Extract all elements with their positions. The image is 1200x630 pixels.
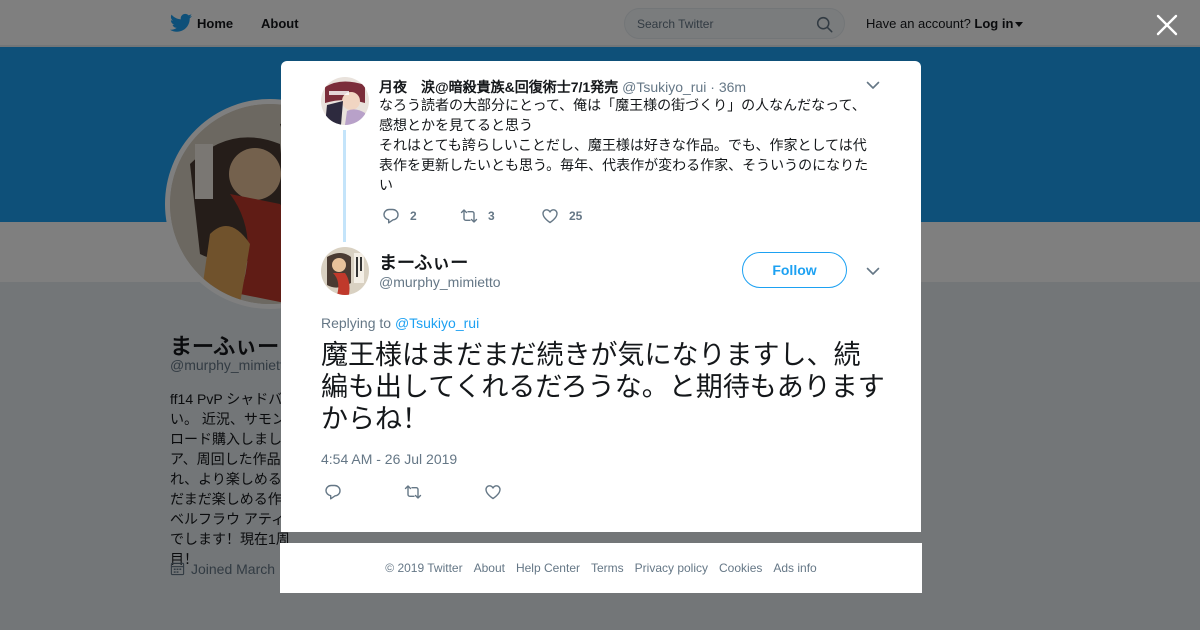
replying-to-link[interactable]: @Tsukiyo_rui xyxy=(395,315,479,331)
parent-tweet-text: なろう読者の大部分にとって、俺は「魔王様の街づくり」の人なんだなって、 感想とか… xyxy=(379,97,869,193)
parent-avatar-image xyxy=(321,77,369,125)
parent-tweet-avatar[interactable] xyxy=(321,77,369,125)
like-icon xyxy=(485,485,501,500)
main-tweet-text: 魔王様はまだまだ続きが気になりますし、続編も出してくれるだろうな。と期待もありま… xyxy=(321,340,885,434)
parent-author-handle[interactable]: @Tsukiyo_rui xyxy=(622,79,706,95)
main-tweet-timestamp[interactable]: 4:54 AM - 26 Jul 2019 xyxy=(321,451,457,467)
reply-icon xyxy=(383,208,399,224)
like-button[interactable]: 25 xyxy=(541,207,582,225)
replying-to: Replying to @Tsukiyo_rui xyxy=(321,315,479,331)
retweet-button[interactable] xyxy=(404,483,484,501)
footer-link-cookies[interactable]: Cookies xyxy=(719,561,762,575)
reply-count: 2 xyxy=(410,209,417,223)
parent-tweet-actions: 2 3 25 xyxy=(382,207,582,225)
parent-tweet-header: 月夜 涙@暗殺貴族&回復術士7/1発売 @Tsukiyo_rui · 36m xyxy=(379,77,746,97)
chevron-down-icon[interactable] xyxy=(866,81,880,90)
reply-icon xyxy=(325,484,341,500)
footer-link-help-center[interactable]: Help Center xyxy=(516,561,580,575)
retweet-count: 3 xyxy=(488,209,495,223)
parent-tweet-time[interactable]: · 36m xyxy=(710,79,746,95)
footer-link-ads-info[interactable]: Ads info xyxy=(773,561,816,575)
modal-footer: © 2019 Twitter About Help Center Terms P… xyxy=(280,543,922,593)
replying-label: Replying to xyxy=(321,315,392,331)
retweet-icon xyxy=(460,209,478,223)
tweet-modal: 月夜 涙@暗殺貴族&回復術士7/1発売 @Tsukiyo_rui · 36m な… xyxy=(281,61,921,532)
retweet-button[interactable]: 3 xyxy=(460,207,541,225)
reply-button[interactable]: 2 xyxy=(382,207,460,225)
main-author-name[interactable]: まーふぃー xyxy=(379,249,468,275)
main-tweet-actions xyxy=(324,483,502,501)
follow-button[interactable]: Follow xyxy=(742,252,847,288)
retweet-icon xyxy=(404,485,422,499)
footer-link-terms[interactable]: Terms xyxy=(591,561,624,575)
main-avatar-image xyxy=(321,247,369,295)
footer-link-privacy[interactable]: Privacy policy xyxy=(635,561,708,575)
thread-line xyxy=(343,130,346,242)
like-icon xyxy=(542,209,558,224)
reply-button[interactable] xyxy=(324,483,404,501)
close-icon[interactable] xyxy=(1154,12,1180,38)
chevron-down-icon[interactable] xyxy=(866,267,880,276)
copyright: © 2019 Twitter xyxy=(385,561,463,575)
footer-link-about[interactable]: About xyxy=(474,561,505,575)
like-button[interactable] xyxy=(484,483,502,501)
like-count: 25 xyxy=(569,209,583,223)
main-tweet-avatar[interactable] xyxy=(321,247,369,295)
main-author-handle[interactable]: @murphy_mimietto xyxy=(379,274,501,290)
parent-author-name[interactable]: 月夜 涙@暗殺貴族&回復術士7/1発売 xyxy=(379,79,618,95)
